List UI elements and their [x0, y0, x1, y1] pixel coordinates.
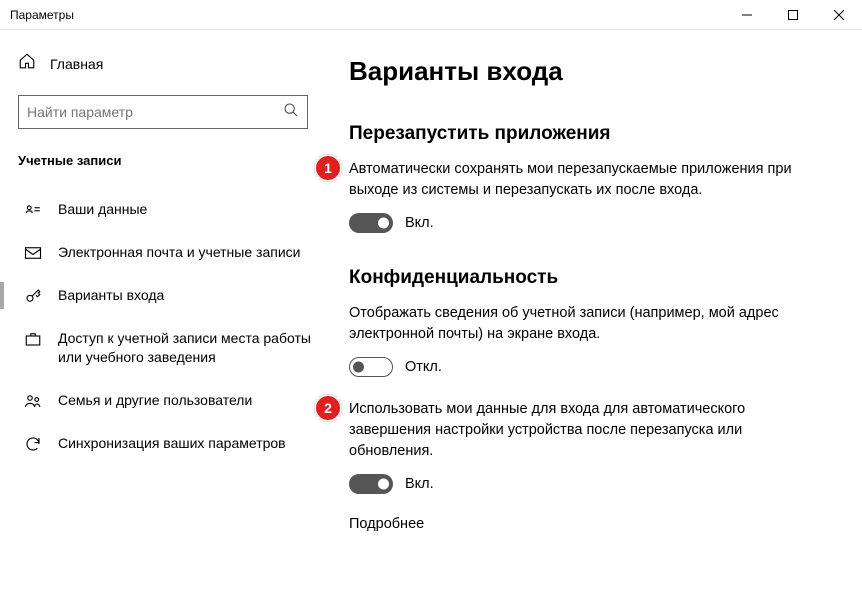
- window-title: Параметры: [10, 8, 74, 22]
- home-label: Главная: [50, 56, 103, 72]
- maximize-button[interactable]: [770, 0, 816, 30]
- home-link[interactable]: Главная: [18, 44, 329, 83]
- section-restart-apps: Перезапустить приложения 1 Автоматически…: [349, 123, 826, 233]
- search-field[interactable]: [27, 104, 283, 120]
- toggle-use-signin-info[interactable]: [349, 474, 393, 494]
- sidebar-item-label: Семья и другие пользователи: [58, 391, 252, 410]
- content: Варианты входа Перезапустить приложения …: [333, 30, 862, 598]
- more-info-link[interactable]: Подробнее: [349, 516, 826, 532]
- toggle-show-account-details[interactable]: [349, 357, 393, 377]
- setting-use-signin-info: 2 Использовать мои данные для входа для …: [349, 399, 826, 494]
- mail-icon: [24, 244, 42, 262]
- toggle-label: Откл.: [405, 359, 442, 375]
- setting-auto-restart-apps: 1 Автоматически сохранять мои перезапуск…: [349, 159, 826, 233]
- person-card-icon: [24, 201, 42, 219]
- section-privacy: Конфиденциальность Отображать сведения о…: [349, 267, 826, 532]
- toggle-label: Вкл.: [405, 476, 434, 492]
- briefcase-icon: [24, 330, 42, 348]
- annotation-badge-2: 2: [315, 395, 341, 421]
- annotation-badge-1: 1: [315, 155, 341, 181]
- sidebar-item-signin-options[interactable]: Варианты входа: [18, 274, 329, 317]
- search-input[interactable]: [18, 95, 308, 129]
- section-heading: Конфиденциальность: [349, 267, 826, 289]
- people-icon: [24, 392, 42, 410]
- sidebar-item-label: Электронная почта и учетные записи: [58, 243, 300, 262]
- window-controls: [724, 0, 862, 30]
- sidebar-heading: Учетные записи: [18, 153, 329, 168]
- sidebar-item-email-accounts[interactable]: Электронная почта и учетные записи: [18, 231, 329, 274]
- sidebar-item-label: Доступ к учетной записи места работы или…: [58, 329, 329, 367]
- sidebar-item-label: Синхронизация ваших параметров: [58, 434, 286, 453]
- setting-description: Автоматически сохранять мои перезапускае…: [349, 159, 826, 201]
- sidebar-item-family-users[interactable]: Семья и другие пользователи: [18, 379, 329, 422]
- sidebar-item-label: Варианты входа: [58, 286, 164, 305]
- setting-description: Отображать сведения об учетной записи (н…: [349, 303, 826, 345]
- sidebar-item-label: Ваши данные: [58, 200, 147, 219]
- minimize-button[interactable]: [724, 0, 770, 30]
- search-icon: [283, 102, 299, 123]
- close-button[interactable]: [816, 0, 862, 30]
- key-icon: [24, 287, 42, 305]
- sidebar-item-your-info[interactable]: Ваши данные: [18, 188, 329, 231]
- sidebar-item-sync-settings[interactable]: Синхронизация ваших параметров: [18, 422, 329, 465]
- sync-icon: [24, 435, 42, 453]
- home-icon: [18, 52, 36, 75]
- sidebar: Главная Учетные записи Ваши данные Элект…: [0, 30, 333, 598]
- page-title: Варианты входа: [349, 56, 826, 87]
- setting-show-account-details: Отображать сведения об учетной записи (н…: [349, 303, 826, 377]
- toggle-label: Вкл.: [405, 215, 434, 231]
- setting-description: Использовать мои данные для входа для ав…: [349, 399, 826, 462]
- toggle-auto-restart-apps[interactable]: [349, 213, 393, 233]
- sidebar-item-work-school[interactable]: Доступ к учетной записи места работы или…: [18, 317, 329, 379]
- titlebar: Параметры: [0, 0, 862, 30]
- section-heading: Перезапустить приложения: [349, 123, 826, 145]
